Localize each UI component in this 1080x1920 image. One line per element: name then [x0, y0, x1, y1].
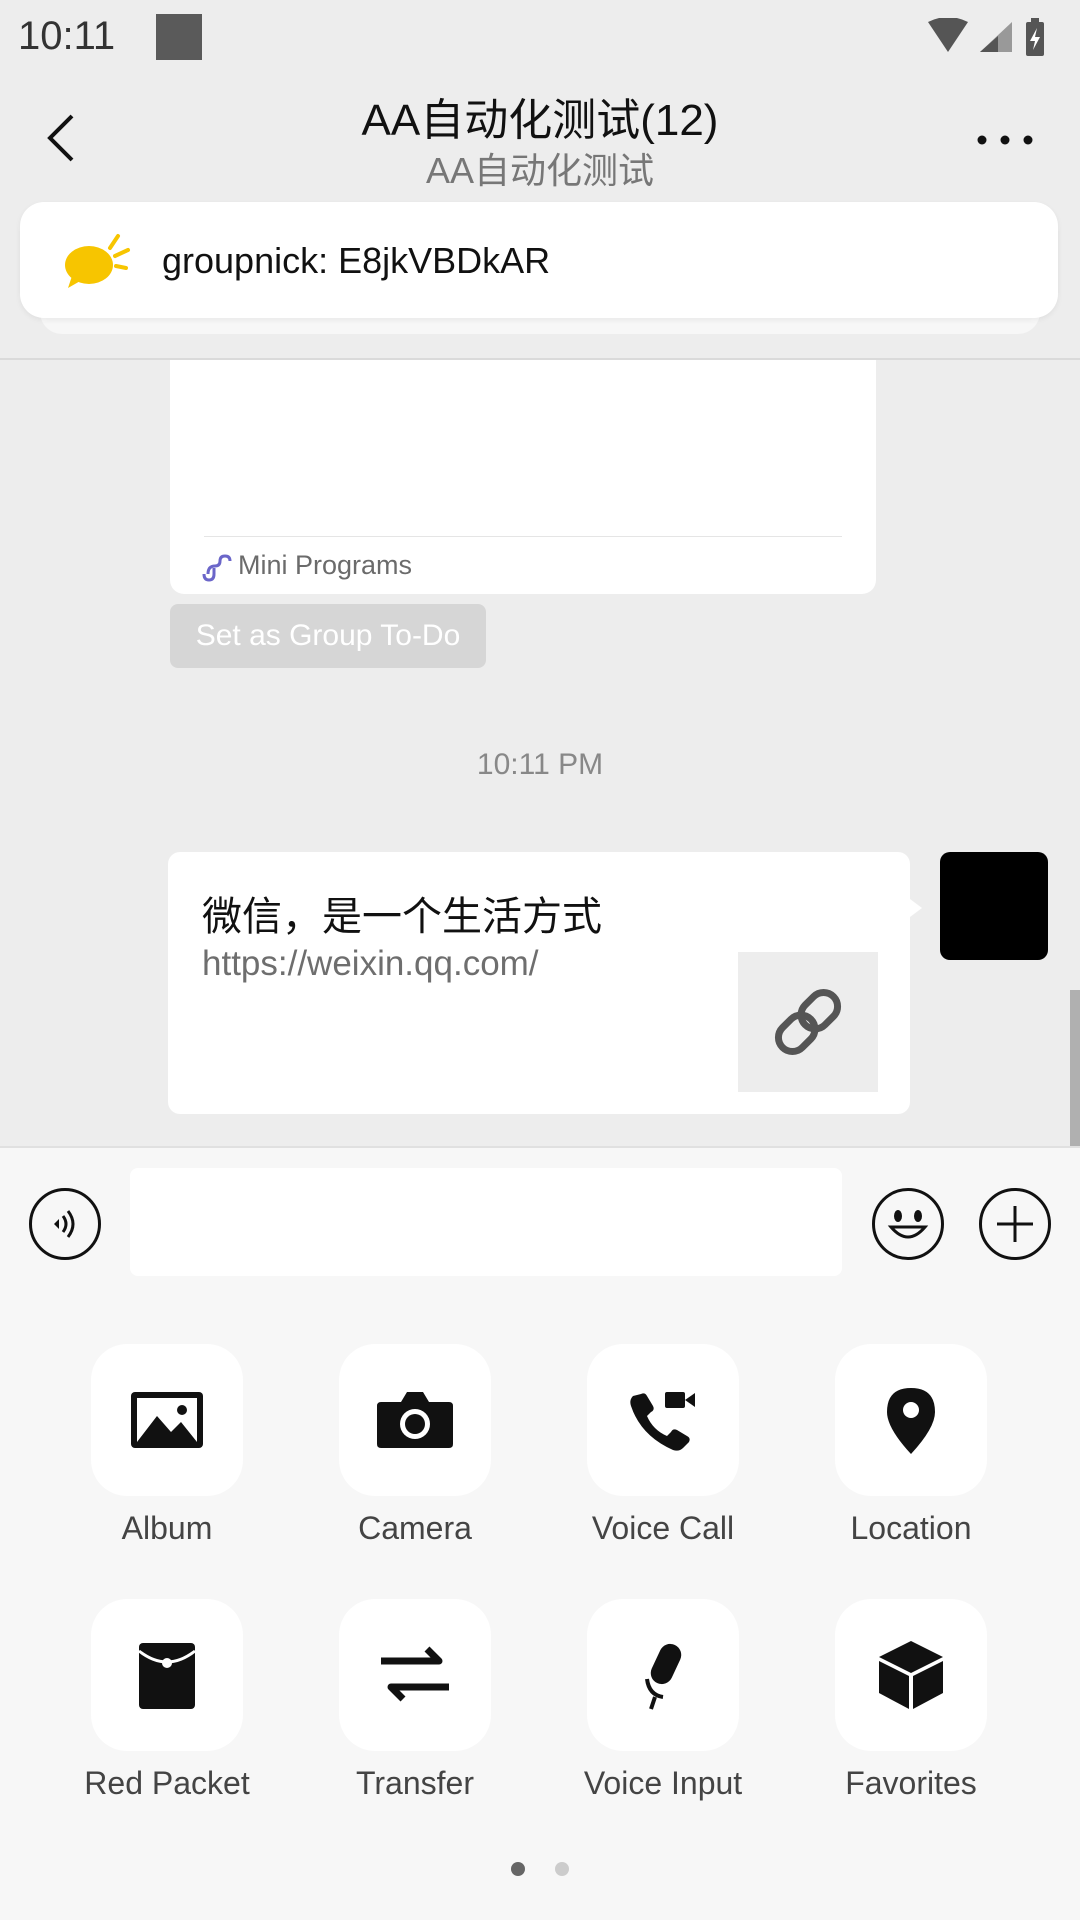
red-packet-label: Red Packet [84, 1765, 250, 1801]
camera-button[interactable] [339, 1344, 491, 1496]
transfer-arrows-icon [381, 1646, 449, 1702]
favorites-label: Favorites [845, 1765, 977, 1801]
message-timestamp: 10:11 PM [476, 748, 604, 781]
red-packet-button[interactable] [91, 1599, 243, 1751]
link-thumbnail [738, 952, 878, 1092]
mini-program-icon [202, 554, 232, 582]
scrollbar[interactable] [1070, 990, 1080, 1146]
announcement-icon [65, 234, 130, 288]
image-icon [131, 1392, 203, 1448]
status-time: 10:11 [18, 14, 116, 58]
voice-call-button[interactable] [587, 1344, 739, 1496]
smiley-icon [887, 1210, 929, 1239]
bubble-tail [906, 896, 922, 920]
link-title: 微信，是一个生活方式 [202, 895, 602, 939]
more-icon[interactable] [970, 120, 1040, 160]
album-button[interactable] [91, 1344, 243, 1496]
transfer-button[interactable] [339, 1599, 491, 1751]
mini-program-label: Mini Programs [238, 550, 413, 580]
location-label: Location [850, 1510, 972, 1546]
voice-call-label: Voice Call [591, 1510, 735, 1546]
cube-icon [879, 1641, 943, 1709]
wifi-icon [928, 18, 968, 52]
voice-input-label: Voice Input [583, 1765, 743, 1801]
set-group-todo-button[interactable]: Set as Group To-Do [170, 604, 486, 668]
plus-icon [997, 1206, 1033, 1242]
status-bar: 10:11 [0, 0, 1080, 76]
voice-wave-icon [54, 1210, 75, 1238]
status-icons [928, 18, 1044, 56]
voice-toggle-button[interactable] [29, 1188, 101, 1260]
notification-icon [156, 14, 202, 60]
phone-video-icon [630, 1392, 695, 1451]
voice-input-button[interactable] [587, 1599, 739, 1751]
red-packet-icon [138, 1643, 196, 1709]
camera-label: Camera [358, 1510, 472, 1546]
location-button[interactable] [835, 1344, 987, 1496]
microphone-icon [645, 1643, 682, 1710]
album-label: Album [121, 1510, 213, 1546]
page-indicator-dot-2[interactable] [555, 1862, 569, 1876]
message-input[interactable] [130, 1168, 842, 1276]
link-icon [774, 988, 842, 1056]
more-functions-button[interactable] [979, 1188, 1051, 1260]
emoji-button[interactable] [872, 1188, 944, 1260]
chat-title: AA自动化测试(12) [361, 96, 719, 145]
location-pin-icon [887, 1388, 935, 1454]
mini-program-divider [204, 536, 842, 537]
chat-subtitle: AA自动化测试 [425, 150, 655, 191]
page-indicator-dot-1[interactable] [511, 1862, 525, 1876]
sender-avatar[interactable] [940, 852, 1048, 960]
transfer-label: Transfer [356, 1765, 474, 1801]
pinned-text: groupnick: E8jkVBDkAR [162, 240, 551, 281]
favorites-button[interactable] [835, 1599, 987, 1751]
link-url: https://weixin.qq.com/ [202, 944, 539, 983]
camera-icon [377, 1392, 453, 1448]
